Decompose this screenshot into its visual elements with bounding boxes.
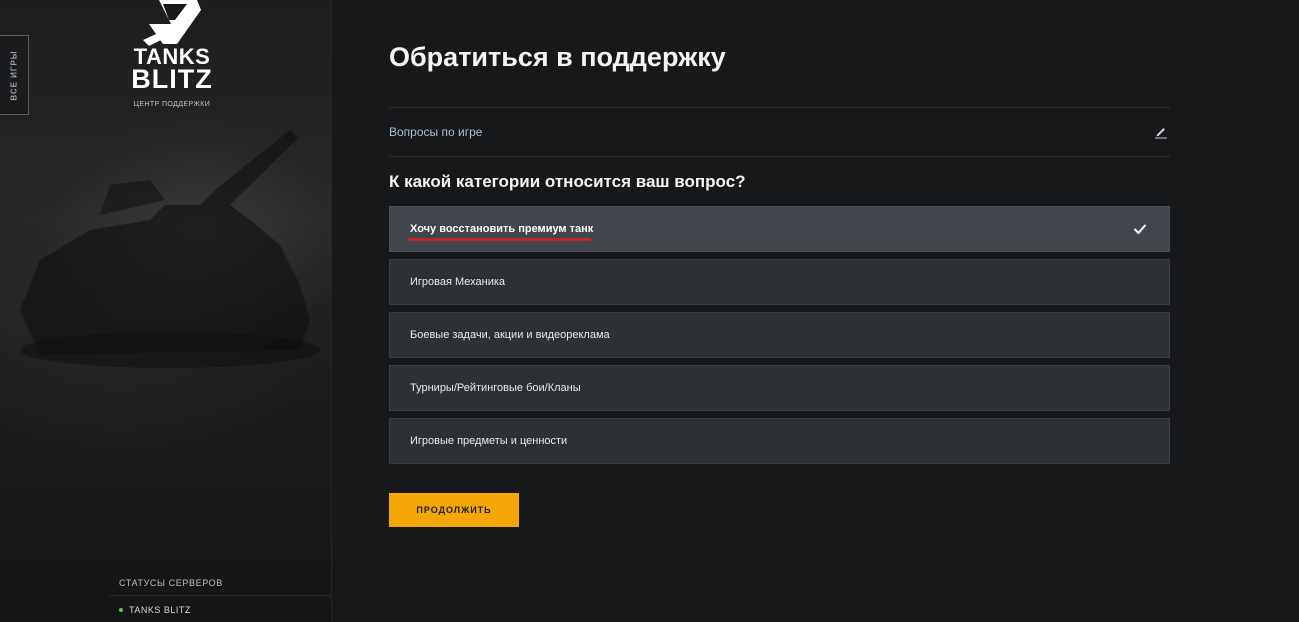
option-label: Игровые предметы и ценности [410,435,568,447]
option-label: Турниры/Рейтинговые бои/Кланы [410,382,581,394]
option-label: Хочу восстановить премиум танк [410,223,594,235]
support-page: ВСЕ ИГРЫ TANKS BLITZ ЦЕНТР ПОДДЕРЖКИ СТА… [0,0,1299,622]
option-label: Игровая Механика [410,276,506,288]
all-games-tab[interactable]: ВСЕ ИГРЫ [0,35,29,115]
selected-topic-row[interactable]: Вопросы по игре [389,108,1170,156]
red-underline-annotation [408,238,591,241]
sidebar: ВСЕ ИГРЫ TANKS BLITZ ЦЕНТР ПОДДЕРЖКИ СТА… [0,0,332,622]
category-option-missions-promotions-ads[interactable]: Боевые задачи, акции и видеореклама [389,312,1170,358]
category-question: К какой категории относится ваш вопрос? [389,172,746,191]
continue-button[interactable]: ПРОДОЛЖИТЬ [389,493,519,527]
divider-bottom [389,156,1170,157]
status-online-dot [119,608,123,612]
tank-silhouette-background [20,130,320,368]
server-status-heading: СТАТУСЫ СЕРВЕРОВ [119,578,223,588]
logo-word-blitz: BLITZ [131,64,213,94]
option-label: Боевые задачи, акции и видеореклама [410,329,610,341]
all-games-label: ВСЕ ИГРЫ [9,49,19,101]
category-option-game-items-valuables[interactable]: Игровые предметы и ценности [389,418,1170,464]
server-name: TANKS BLITZ [129,605,191,615]
selected-topic-label: Вопросы по игре [389,125,483,139]
pencil-edit-icon[interactable] [1154,125,1168,139]
page-title: Обратиться в поддержку [389,42,726,72]
server-status-item: TANKS BLITZ [119,605,191,615]
server-status-divider [110,595,331,596]
logo-subtitle: ЦЕНТР ПОДДЕРЖКИ [133,101,211,108]
category-option-game-mechanics[interactable]: Игровая Механика [389,259,1170,305]
tanks-blitz-emblem-icon [143,0,201,46]
checkmark-icon [1134,224,1146,234]
category-option-tournaments-ranked-clans[interactable]: Турниры/Рейтинговые бои/Кланы [389,365,1170,411]
category-option-restore-premium-tank[interactable]: Хочу восстановить премиум танк [389,206,1170,252]
tanks-blitz-logo[interactable]: TANKS BLITZ ЦЕНТР ПОДДЕРЖКИ [110,0,234,108]
category-options: Хочу восстановить премиум танк Игровая М… [389,206,1170,471]
